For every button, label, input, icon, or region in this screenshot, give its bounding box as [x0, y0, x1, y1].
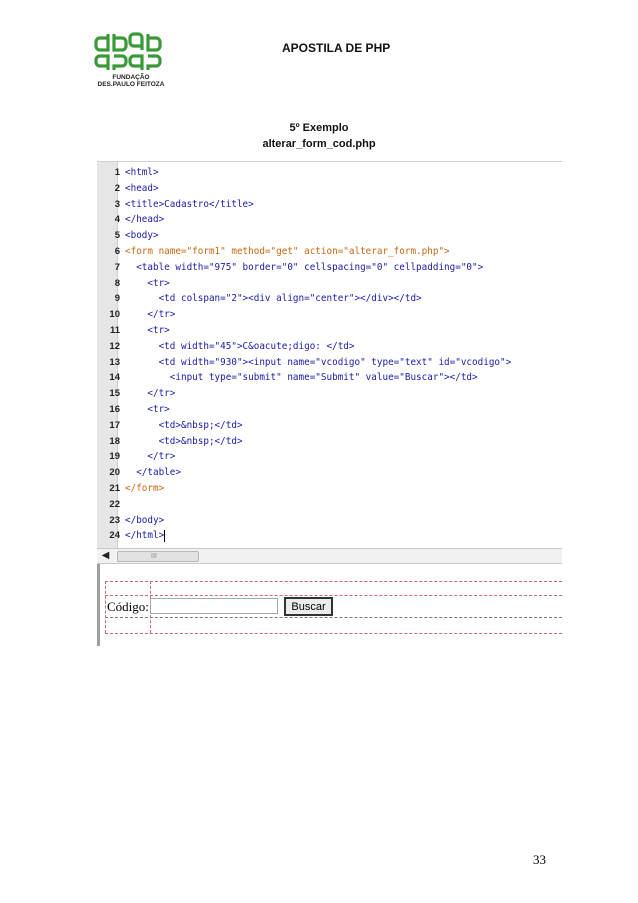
row-divider — [105, 617, 562, 618]
line-number: 19 — [109, 451, 120, 463]
code-line: 14 <input type="submit" name="Submit" va… — [97, 370, 562, 386]
horizontal-scrollbar[interactable]: ◀ III — [97, 548, 562, 564]
code-line-text: <tr> — [125, 324, 170, 336]
line-number: 7 — [114, 261, 120, 273]
code-line-text: </head> — [125, 214, 165, 226]
code-line: 6 <form name="form1" method="get" action=… — [97, 244, 562, 260]
code-line: 22 — [97, 497, 562, 513]
codigo-label: Código: — [107, 599, 149, 614]
code-line: 1 <html> — [97, 165, 562, 181]
logo-mark-icon — [94, 32, 162, 70]
code-line: 4 </head> — [97, 212, 562, 228]
design-view: Código: Buscar — [97, 564, 562, 646]
example-filename: alterar_form_cod.php — [262, 138, 376, 150]
line-number: 12 — [109, 340, 120, 352]
design-view-left-border — [97, 564, 100, 646]
line-number: 3 — [114, 198, 120, 210]
line-number: 8 — [114, 277, 120, 289]
code-line-text: </tr> — [125, 309, 176, 321]
code-line: 19 </tr> — [97, 449, 562, 465]
line-number: 16 — [109, 403, 120, 415]
line-number: 1 — [114, 167, 120, 178]
code-line: 12 <td width="45">C&oacute;digo: </td> — [97, 339, 562, 355]
line-number: 2 — [114, 182, 120, 194]
code-line-text: <tr> — [125, 403, 170, 415]
scroll-thumb[interactable]: III — [117, 551, 199, 562]
code-line-text: <head> — [125, 182, 159, 194]
code-line: 2 <head> — [97, 181, 562, 197]
code-line: 11 <tr> — [97, 323, 562, 339]
code-line: 9 <td colspan="2"><div align="center"></… — [97, 291, 562, 307]
code-line-text: </table> — [125, 467, 181, 479]
logo-line-1: FUNDAÇÃO — [112, 74, 150, 81]
code-line-text: <html> — [125, 167, 159, 178]
code-line: 18 <td>&nbsp;</td> — [97, 434, 562, 450]
code-line: 8 <tr> — [97, 276, 562, 292]
code-line: 10 </tr> — [97, 307, 562, 323]
code-line: 15 </tr> — [97, 386, 562, 402]
fundacao-logo: FUNDAÇÃO DES.PAULO FEITOZA — [88, 30, 174, 92]
page-header-title: APOSTILA DE PHP — [282, 41, 391, 55]
scroll-thumb-grip: III — [151, 553, 157, 560]
code-line-text: <table width="975" border="0" cellspacin… — [125, 261, 484, 273]
code-line-text: <td>&nbsp;</td> — [125, 435, 243, 447]
code-line: 20 </table> — [97, 465, 562, 481]
code-line: 16 <tr> — [97, 402, 562, 418]
code-line: 24 </html> — [97, 528, 562, 544]
line-number: 5 — [114, 230, 120, 242]
line-number: 6 — [114, 245, 120, 257]
scroll-left-arrow-icon[interactable]: ◀ — [100, 550, 111, 561]
code-line-text: </tr> — [125, 451, 176, 463]
line-number: 4 — [114, 214, 120, 226]
codigo-input[interactable] — [150, 598, 278, 614]
line-number: 24 — [109, 530, 120, 542]
code-line-text: <title>Cadastro</title> — [125, 198, 254, 210]
table-top-border — [105, 581, 562, 582]
code-editor[interactable]: 1 <html> 2 <head> 3 <title>Cadastro</title> 4 <… — [97, 161, 562, 549]
line-number: 22 — [109, 498, 120, 510]
code-line-text: <td>&nbsp;</td> — [125, 419, 243, 431]
code-line: 13 <td width="930"><input name="vcodigo"… — [97, 355, 562, 371]
code-line-text: <tr> — [125, 277, 170, 289]
example-title: 5º Exemplo — [289, 122, 349, 134]
code-line-text: <td width="45">C&oacute;digo: </td> — [125, 340, 355, 352]
code-line-text: </tr> — [125, 388, 176, 400]
line-number: 17 — [109, 419, 120, 431]
line-number: 23 — [109, 514, 120, 526]
code-line-text: <body> — [125, 230, 159, 242]
code-line: 21 </form> — [97, 481, 562, 497]
row-divider — [105, 595, 562, 596]
code-line-text: </body> — [125, 514, 165, 526]
code-line: 17 <td>&nbsp;</td> — [97, 418, 562, 434]
code-line-text: <td colspan="2"><div align="center"></di… — [125, 293, 422, 305]
line-number: 10 — [109, 309, 120, 321]
line-number: 20 — [109, 467, 120, 479]
table-bottom-border — [105, 633, 562, 634]
code-line-text: </form> — [125, 482, 165, 494]
code-line: 7 <table width="975" border="0" cellspac… — [97, 260, 562, 276]
line-number: 18 — [109, 435, 120, 447]
line-number: 14 — [109, 372, 120, 384]
code-line-text: <form name="form1" method="get" action="… — [125, 245, 450, 257]
table-left-border — [105, 581, 106, 633]
logo-line-2: DES.PAULO FEITOZA — [97, 81, 165, 88]
code-line-text: <input type="submit" name="Submit" value… — [125, 372, 478, 384]
line-number: 9 — [114, 293, 120, 305]
code-line: 23 </body> — [97, 513, 562, 529]
code-line-text: </html> — [125, 529, 166, 542]
text-cursor — [164, 529, 166, 542]
code-line: 5 <body> — [97, 228, 562, 244]
code-lines: 1 <html> 2 <head> 3 <title>Cadastro</title> 4 <… — [97, 165, 562, 544]
line-number: 13 — [109, 356, 120, 368]
page-number: 33 — [533, 852, 546, 867]
code-line-text: <td width="930"><input name="vcodigo" ty… — [125, 356, 512, 368]
line-number: 21 — [109, 482, 120, 494]
line-number: 11 — [109, 324, 120, 336]
line-number: 15 — [109, 388, 120, 400]
code-line: 3 <title>Cadastro</title> — [97, 197, 562, 213]
logo-text: FUNDAÇÃO DES.PAULO FEITOZA — [88, 74, 174, 88]
buscar-button[interactable]: Buscar — [284, 597, 333, 616]
